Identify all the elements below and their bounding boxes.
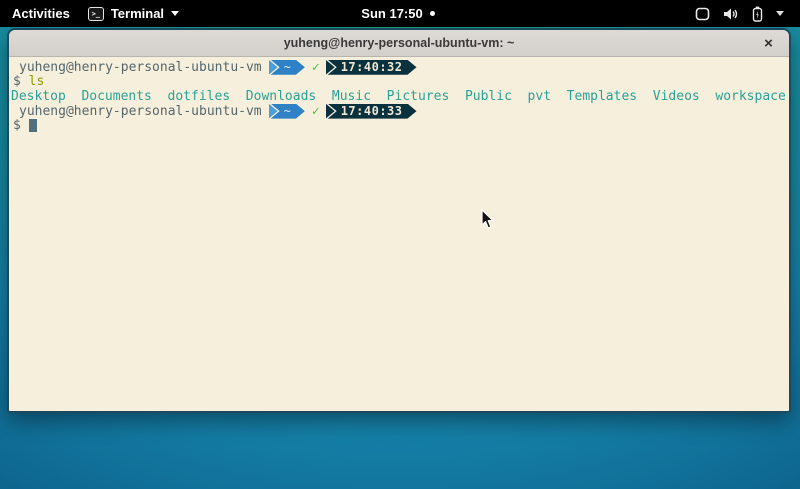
activities-button[interactable]: Activities — [12, 6, 70, 21]
prompt-user-host: yuheng@henry-personal-ubuntu-vm — [19, 60, 262, 75]
directory-name: pvt — [528, 89, 551, 104]
system-tray[interactable] — [435, 6, 800, 22]
window-titlebar[interactable]: yuheng@henry-personal-ubuntu-vm: ~ × — [9, 30, 789, 57]
directory-name: Templates — [567, 89, 637, 104]
window-title: yuheng@henry-personal-ubuntu-vm: ~ — [284, 36, 515, 50]
input-line: $ — [11, 118, 787, 133]
top-bar: Activities >_ Terminal Sun 17:50 — [0, 0, 800, 27]
status-check-icon: ✓ — [312, 60, 320, 75]
directory-name: Desktop — [11, 89, 66, 104]
ls-output-line: Desktop Documents dotfiles Downloads Mus… — [11, 89, 787, 104]
volume-icon — [723, 7, 739, 21]
app-menu-label: Terminal — [111, 6, 164, 21]
prompt-timestamp: 17:40:32 — [328, 60, 417, 75]
terminal-app-icon: >_ — [88, 7, 104, 21]
prompt-symbol: $ — [13, 118, 21, 133]
typed-command: ls — [29, 74, 45, 89]
status-check-icon: ✓ — [312, 104, 320, 119]
tray-chevron-down-icon — [776, 11, 784, 16]
terminal-content[interactable]: yuheng@henry-personal-ubuntu-vm ~ ✓ 17:4… — [9, 57, 789, 411]
clock-menu[interactable]: Sun 17:50 — [361, 6, 434, 21]
directory-name: workspace — [715, 89, 785, 104]
prompt-symbol: $ — [13, 74, 21, 89]
prompt-line-1: yuheng@henry-personal-ubuntu-vm ~ ✓ 17:4… — [11, 60, 787, 75]
command-line: $ ls — [11, 75, 787, 90]
directory-name: Music — [332, 89, 371, 104]
text-cursor — [29, 119, 37, 132]
prompt-user-host: yuheng@henry-personal-ubuntu-vm — [19, 104, 262, 119]
prompt-path-segment: ~ — [269, 60, 305, 75]
display-icon — [695, 7, 710, 21]
chevron-down-icon — [171, 11, 179, 16]
directory-name: dotfiles — [168, 89, 231, 104]
prompt-time-segment: 17:40:32 — [326, 60, 417, 75]
prompt-timestamp: 17:40:33 — [328, 104, 417, 119]
top-bar-left: Activities >_ Terminal — [0, 6, 361, 21]
clock-label: Sun 17:50 — [361, 6, 422, 21]
terminal-window: yuheng@henry-personal-ubuntu-vm: ~ × yuh… — [7, 28, 791, 413]
prompt-time-segment: 17:40:33 — [326, 104, 417, 119]
app-menu-terminal[interactable]: >_ Terminal — [88, 6, 179, 21]
directory-name: Downloads — [246, 89, 316, 104]
prompt-line-2: yuheng@henry-personal-ubuntu-vm ~ ✓ 17:4… — [11, 104, 787, 119]
directory-name: Public — [465, 89, 512, 104]
battery-charging-icon — [752, 6, 763, 22]
close-button[interactable]: × — [758, 33, 779, 54]
directory-name: Videos — [653, 89, 700, 104]
prompt-path-segment: ~ — [269, 104, 305, 119]
directory-name: Pictures — [387, 89, 450, 104]
directory-name: Documents — [81, 89, 151, 104]
